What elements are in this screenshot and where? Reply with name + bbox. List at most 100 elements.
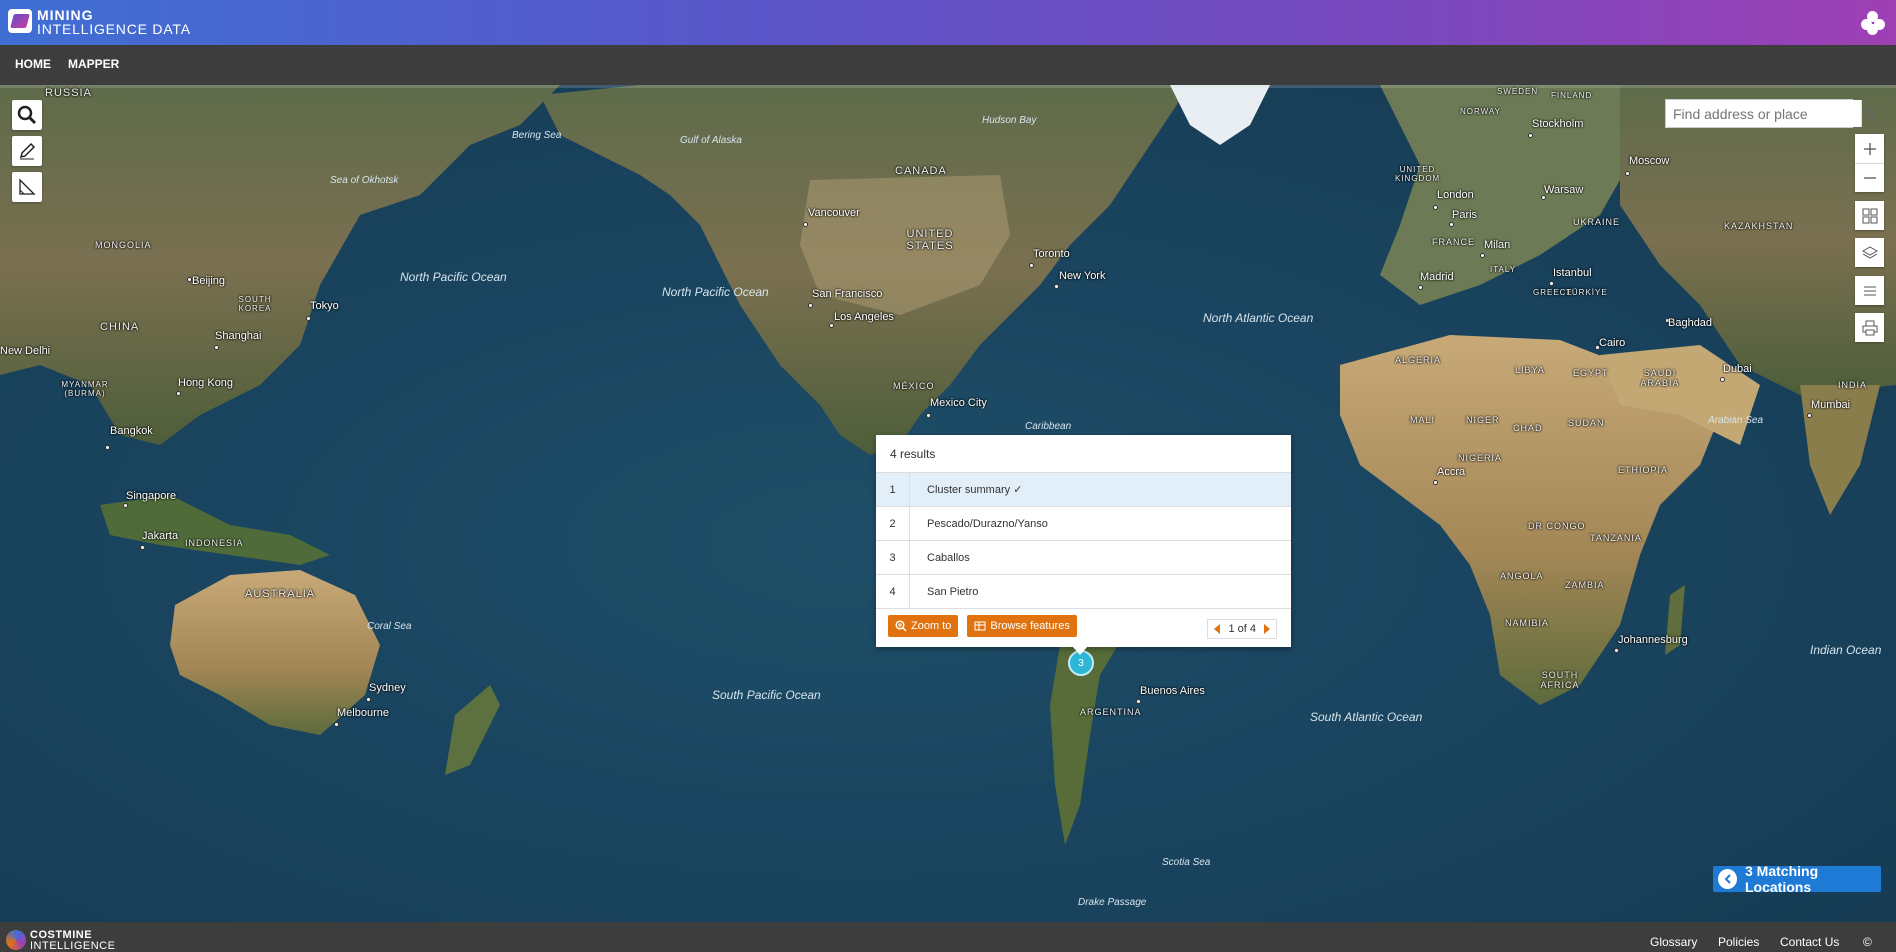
country-label: ARGENTINA (1080, 707, 1142, 717)
ocean-label: North Pacific Ocean (662, 285, 769, 299)
city-dot (829, 323, 834, 328)
city-dot (140, 545, 145, 550)
brand-title[interactable]: MINING INTELLIGENCE DATA (37, 8, 191, 36)
city-label: Mumbai (1811, 399, 1851, 411)
footer-link-contact[interactable]: Contact Us (1780, 935, 1839, 949)
next-arrow-icon[interactable] (1264, 624, 1270, 634)
city-dot (176, 391, 181, 396)
city-label: Dubai (1723, 363, 1752, 375)
zoom-in-button[interactable] (1855, 134, 1884, 163)
popup-footer: Zoom to Browse features 1 of 4 (876, 609, 1291, 642)
costmine-logo-icon[interactable] (6, 930, 26, 950)
result-row[interactable]: 3 Caballos (876, 541, 1291, 575)
result-row[interactable]: 4 San Pietro (876, 575, 1291, 609)
sea-label: Bering Sea (512, 130, 562, 141)
user-menu-icon[interactable] (1861, 11, 1885, 35)
city-label: Jakarta (142, 530, 179, 542)
city-dot (105, 445, 110, 450)
main-nav: HOME MAPPER (0, 45, 1896, 85)
print-button[interactable] (1855, 313, 1884, 342)
country-label: LIBYA (1515, 365, 1545, 375)
city-label: Istanbul (1553, 267, 1592, 279)
zoom-to-button[interactable]: Zoom to (888, 614, 959, 637)
city-dot (926, 413, 931, 418)
city-label: New Delhi (0, 345, 51, 357)
city-dot (1625, 171, 1630, 176)
matching-locations-button[interactable]: 3 Matching Locations (1713, 863, 1881, 895)
country-label: NIGERIA (1458, 453, 1503, 463)
country-label: KAZAKHSTAN (1724, 221, 1794, 231)
browse-features-button[interactable]: Browse features (967, 614, 1077, 637)
country-label: SOUTH AFRICA (1540, 670, 1580, 690)
country-label: INDONESIA (185, 538, 244, 548)
search-icon (1862, 107, 1876, 121)
mining-intelligence-logo-icon[interactable] (8, 9, 32, 33)
result-row[interactable]: 2 Pescado/Durazno/Yanso (876, 507, 1291, 541)
matching-locations-label: 3 Matching Locations (1745, 863, 1819, 895)
city-dot (1433, 480, 1438, 485)
layers-icon (1861, 245, 1878, 259)
country-label: ZAMBIA (1565, 580, 1605, 590)
city-dot (123, 503, 128, 508)
country-label: MALI (1410, 415, 1436, 425)
sea-label: Scotia Sea (1162, 857, 1211, 868)
city-dot (1418, 285, 1423, 290)
country-label: UNITED STATES (906, 228, 954, 252)
zoom-out-button[interactable] (1855, 163, 1884, 192)
city-label: Milan (1484, 239, 1511, 251)
address-search (1665, 99, 1876, 128)
country-label: ALGERIA (1395, 355, 1442, 365)
ocean-label: North Atlantic Ocean (1203, 311, 1314, 325)
city-label: San Francisco (812, 288, 883, 300)
search-tool-button[interactable] (12, 100, 42, 130)
app-header: MINING INTELLIGENCE DATA (0, 0, 1896, 45)
result-row[interactable]: 1 Cluster summary ✓ (876, 473, 1291, 507)
sea-label: Drake Passage (1078, 897, 1147, 908)
country-label: ITALY (1490, 265, 1517, 274)
city-dot (334, 722, 339, 727)
legend-button[interactable] (1855, 276, 1884, 305)
popup-pointer (1072, 646, 1088, 655)
measure-tool-button[interactable] (12, 172, 42, 202)
city-dot (1136, 699, 1141, 704)
results-count: 4 results (876, 435, 1291, 473)
country-label: SAUDI ARABIA (1640, 368, 1680, 388)
nav-home[interactable]: HOME (15, 57, 51, 71)
search-submit-button[interactable] (1861, 100, 1876, 127)
city-dot (1614, 648, 1619, 653)
footer-link-glossary[interactable]: Glossary (1650, 935, 1697, 949)
sea-label: Caribbean (1025, 421, 1072, 432)
previous-arrow-icon[interactable] (1214, 624, 1221, 634)
city-label: Cairo (1599, 337, 1626, 349)
brand-line-2: INTELLIGENCE DATA (37, 21, 191, 37)
country-label: NORWAY (1460, 107, 1501, 116)
draw-tool-button[interactable] (12, 136, 42, 166)
nav-mapper[interactable]: MAPPER (68, 57, 119, 71)
footer-brand: COSTMINE INTELLIGENCE (30, 929, 116, 952)
search-icon (17, 105, 37, 125)
country-label: UKRAINE (1573, 217, 1621, 227)
footer-copyright[interactable]: © (1863, 935, 1872, 949)
search-input[interactable] (1666, 100, 1861, 127)
layer-list-button[interactable] (1855, 238, 1884, 267)
city-label: Beijing (192, 275, 226, 287)
result-index: 1 (876, 473, 910, 506)
city-dot (1029, 263, 1034, 268)
ocean-label: South Atlantic Ocean (1310, 710, 1423, 724)
print-icon (1862, 320, 1877, 335)
chevron-left-icon (1718, 869, 1737, 889)
city-label: Buenos Aires (1140, 685, 1205, 697)
city-label: Stockholm (1532, 118, 1584, 130)
footer-link-policies[interactable]: Policies (1718, 935, 1759, 949)
city-label: Shanghai (215, 330, 262, 342)
basemap-gallery-button[interactable] (1855, 201, 1884, 230)
city-dot (1549, 281, 1554, 286)
country-label: FRANCE (1432, 237, 1476, 247)
country-label: TANZANIA (1590, 533, 1642, 543)
country-label: NIGER (1466, 415, 1500, 425)
city-label: Toronto (1033, 248, 1070, 260)
popup-pager: 1 of 4 (1207, 619, 1277, 639)
result-label: Cluster summary ✓ (927, 484, 1023, 496)
list-icon (1863, 286, 1876, 295)
sea-label: Gulf of Alaska (680, 135, 742, 146)
